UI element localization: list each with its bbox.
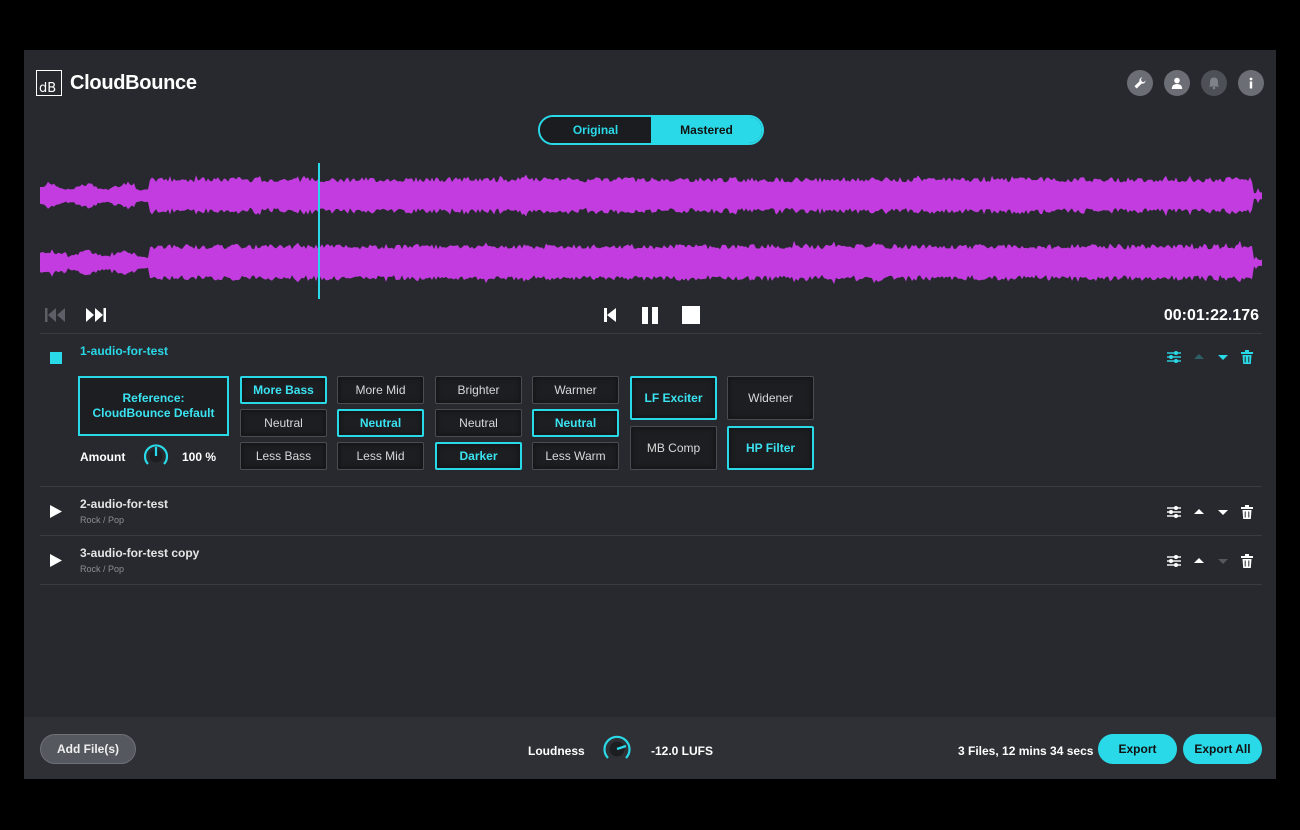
neutral-mid-button[interactable]: Neutral [337,409,424,437]
track-actions [1167,505,1253,519]
more-bass-button[interactable]: More Bass [240,376,327,404]
play-icon[interactable] [49,553,63,568]
move-down-icon[interactable] [1217,351,1229,363]
user-icon[interactable] [1164,70,1190,96]
divider [40,486,1262,487]
play-icon[interactable] [49,504,63,519]
skip-to-end-icon[interactable] [84,306,108,324]
app-name: CloudBounce [70,71,197,94]
info-icon[interactable] [1238,70,1264,96]
trash-icon[interactable] [1241,554,1253,568]
neutral-warm-button[interactable]: Neutral [532,409,619,437]
pause-icon[interactable] [641,306,659,324]
neutral-bright-button[interactable]: Neutral [435,409,522,437]
neutral-bass-button[interactable]: Neutral [240,409,327,437]
settings-sliders-icon[interactable] [1167,554,1181,568]
transport-bar: 00:01:22.176 [24,300,1276,332]
track-name[interactable]: 3-audio-for-test copy [80,546,199,560]
app-window: dB CloudBounce Original Mastered 00:01:2… [24,50,1276,779]
brighter-button[interactable]: Brighter [435,376,522,404]
widener-button[interactable]: Widener [727,376,814,420]
amount-knob[interactable] [143,443,169,469]
wrench-icon[interactable] [1127,70,1153,96]
track-actions [1167,554,1253,568]
move-up-icon[interactable] [1193,506,1205,518]
move-down-icon[interactable] [1217,506,1229,518]
original-toggle[interactable]: Original [540,117,651,143]
stop-square-icon[interactable] [50,352,62,364]
loudness-label: Loudness [528,744,585,758]
hp-filter-button[interactable]: HP Filter [727,426,814,470]
move-up-icon[interactable] [1193,351,1205,363]
footer-bar: Add File(s) Loudness -12.0 LUFS 3 Files,… [24,717,1276,779]
less-mid-button[interactable]: Less Mid [337,442,424,470]
stop-icon[interactable] [682,306,700,324]
loudness-knob[interactable] [602,734,632,764]
loudness-value: -12.0 LUFS [651,744,714,758]
files-summary: 3 Files, 12 mins 34 secs [958,744,1094,758]
lf-exciter-button[interactable]: LF Exciter [630,376,717,420]
track-name[interactable]: 2-audio-for-test [80,497,168,511]
trash-icon[interactable] [1241,505,1253,519]
view-toggle: Original Mastered [538,115,764,145]
move-down-icon[interactable] [1217,555,1229,567]
export-all-button[interactable]: Export All [1183,734,1262,764]
track-actions [1167,350,1253,364]
track-genre: Rock / Pop [80,515,125,525]
waveform[interactable] [40,160,1262,300]
bell-icon[interactable] [1201,70,1227,96]
warmer-button[interactable]: Warmer [532,376,619,404]
settings-sliders-icon[interactable] [1167,505,1181,519]
trash-icon[interactable] [1241,350,1253,364]
skip-to-start-icon[interactable] [44,306,68,324]
track-name[interactable]: 1-audio-for-test [80,344,168,358]
divider [40,535,1262,536]
header-toolbar [1127,70,1264,96]
mb-comp-button[interactable]: MB Comp [630,426,717,470]
logo: dB CloudBounce [36,70,197,96]
darker-button[interactable]: Darker [435,442,522,470]
previous-icon[interactable] [602,306,618,324]
less-bass-button[interactable]: Less Bass [240,442,327,470]
settings-sliders-icon[interactable] [1167,350,1181,364]
export-button[interactable]: Export [1098,734,1177,764]
mastered-toggle[interactable]: Mastered [651,117,762,143]
more-mid-button[interactable]: More Mid [337,376,424,404]
add-files-button[interactable]: Add File(s) [40,734,136,764]
move-up-icon[interactable] [1193,555,1205,567]
divider [40,333,1262,334]
track-genre: Rock / Pop [80,564,125,574]
divider [40,584,1262,585]
db-logo-icon: dB [36,70,62,96]
reference-preset-button[interactable]: Reference: CloudBounce Default [78,376,229,436]
amount-value: 100 % [182,450,217,464]
playback-time: 00:01:22.176 [1163,307,1259,324]
amount-label: Amount [80,450,126,464]
less-warm-button[interactable]: Less Warm [532,442,619,470]
playhead[interactable] [318,163,320,299]
